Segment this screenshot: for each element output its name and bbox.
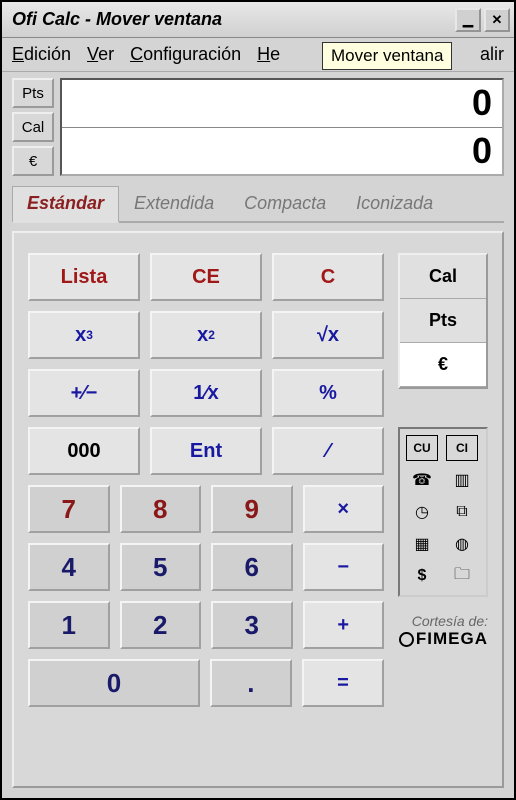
equals-button[interactable]: = [302, 659, 384, 707]
tooltip: Mover ventana [322, 42, 452, 70]
percent-button[interactable]: % [272, 369, 384, 417]
inverse-button[interactable]: 1⁄x [150, 369, 262, 417]
key-6[interactable]: 6 [211, 543, 293, 591]
menubar: EEdicióndición Ver Configuración HHee Mo… [2, 38, 514, 72]
triple-zero-button[interactable]: 000 [28, 427, 140, 475]
tabs: Estándar Extendida Compacta Iconizada [12, 186, 504, 223]
label-pts[interactable]: Pts [12, 78, 54, 108]
slash-button[interactable]: ⁄ [272, 427, 384, 475]
menu-ver[interactable]: Ver [87, 44, 114, 65]
subtract-button[interactable]: − [303, 543, 385, 591]
globe-icon[interactable]: ◍ [446, 531, 478, 557]
label-eur[interactable]: € [12, 146, 54, 176]
tab-compacta[interactable]: Compacta [229, 186, 341, 221]
unit-selector: Cal Pts € [398, 253, 488, 389]
cube-button[interactable]: x3 [28, 311, 140, 359]
clock-icon[interactable]: ◷ [406, 499, 438, 525]
key-5[interactable]: 5 [120, 543, 202, 591]
square-button[interactable]: x2 [150, 311, 262, 359]
add-button[interactable]: + [303, 601, 385, 649]
cortesia-label: Cortesía de: [398, 613, 488, 629]
ci-icon[interactable]: CI [446, 435, 478, 461]
close-button[interactable]: ✕ [484, 8, 510, 32]
c-button[interactable]: C [272, 253, 384, 301]
display-area: Pts Cal € 0 0 [12, 78, 504, 176]
calendar-icon[interactable]: ▦ [406, 531, 438, 557]
key-4[interactable]: 4 [28, 543, 110, 591]
ce-button[interactable]: CE [150, 253, 262, 301]
phone-icon[interactable]: ☎ [406, 467, 438, 493]
decimal-button[interactable]: . [210, 659, 292, 707]
tab-extendida[interactable]: Extendida [119, 186, 229, 221]
multiply-button[interactable]: × [303, 485, 385, 533]
cu-icon[interactable]: CU [406, 435, 438, 461]
menu-edicion[interactable]: EEdicióndición [12, 44, 71, 65]
menu-salir-frag[interactable]: alir [480, 44, 504, 65]
folder-icon[interactable]: 🗀 [446, 563, 478, 589]
book-icon[interactable]: ▥ [446, 467, 478, 493]
copy-icon[interactable]: ⧉ [446, 499, 478, 525]
window-title: Ofi Calc - Mover ventana [6, 9, 452, 30]
key-1[interactable]: 1 [28, 601, 110, 649]
key-2[interactable]: 2 [120, 601, 202, 649]
key-3[interactable]: 3 [211, 601, 293, 649]
tab-iconizada[interactable]: Iconizada [341, 186, 448, 221]
display-secondary: 0 [62, 128, 502, 175]
minimize-button[interactable]: ▁ [455, 8, 481, 32]
lista-button[interactable]: Lista [28, 253, 140, 301]
menu-help[interactable]: HHee [257, 44, 280, 65]
key-0[interactable]: 0 [28, 659, 200, 707]
dollar-icon[interactable]: $ [406, 563, 438, 589]
key-7[interactable]: 7 [28, 485, 110, 533]
tools-grid: CU CI ☎ ▥ ◷ ⧉ ▦ ◍ $ 🗀 [398, 427, 488, 597]
unit-eur[interactable]: € [400, 343, 486, 387]
brand-logo: FIMEGA [398, 629, 488, 649]
sqrt-button[interactable]: √x [272, 311, 384, 359]
plusminus-button[interactable]: +⁄− [28, 369, 140, 417]
display-primary: 0 [62, 80, 502, 128]
ent-button[interactable]: Ent [150, 427, 262, 475]
key-8[interactable]: 8 [120, 485, 202, 533]
key-9[interactable]: 9 [211, 485, 293, 533]
tab-estandar[interactable]: Estándar [12, 186, 119, 223]
unit-cal[interactable]: Cal [400, 255, 486, 299]
unit-pts[interactable]: Pts [400, 299, 486, 343]
label-cal[interactable]: Cal [12, 112, 54, 142]
keypad-panel: Lista CE C x3 x2 √x +⁄− 1⁄x % 000 Ent ⁄ … [12, 231, 504, 788]
titlebar: Ofi Calc - Mover ventana ▁ ✕ [2, 2, 514, 38]
menu-configuracion[interactable]: Configuración [130, 44, 241, 65]
